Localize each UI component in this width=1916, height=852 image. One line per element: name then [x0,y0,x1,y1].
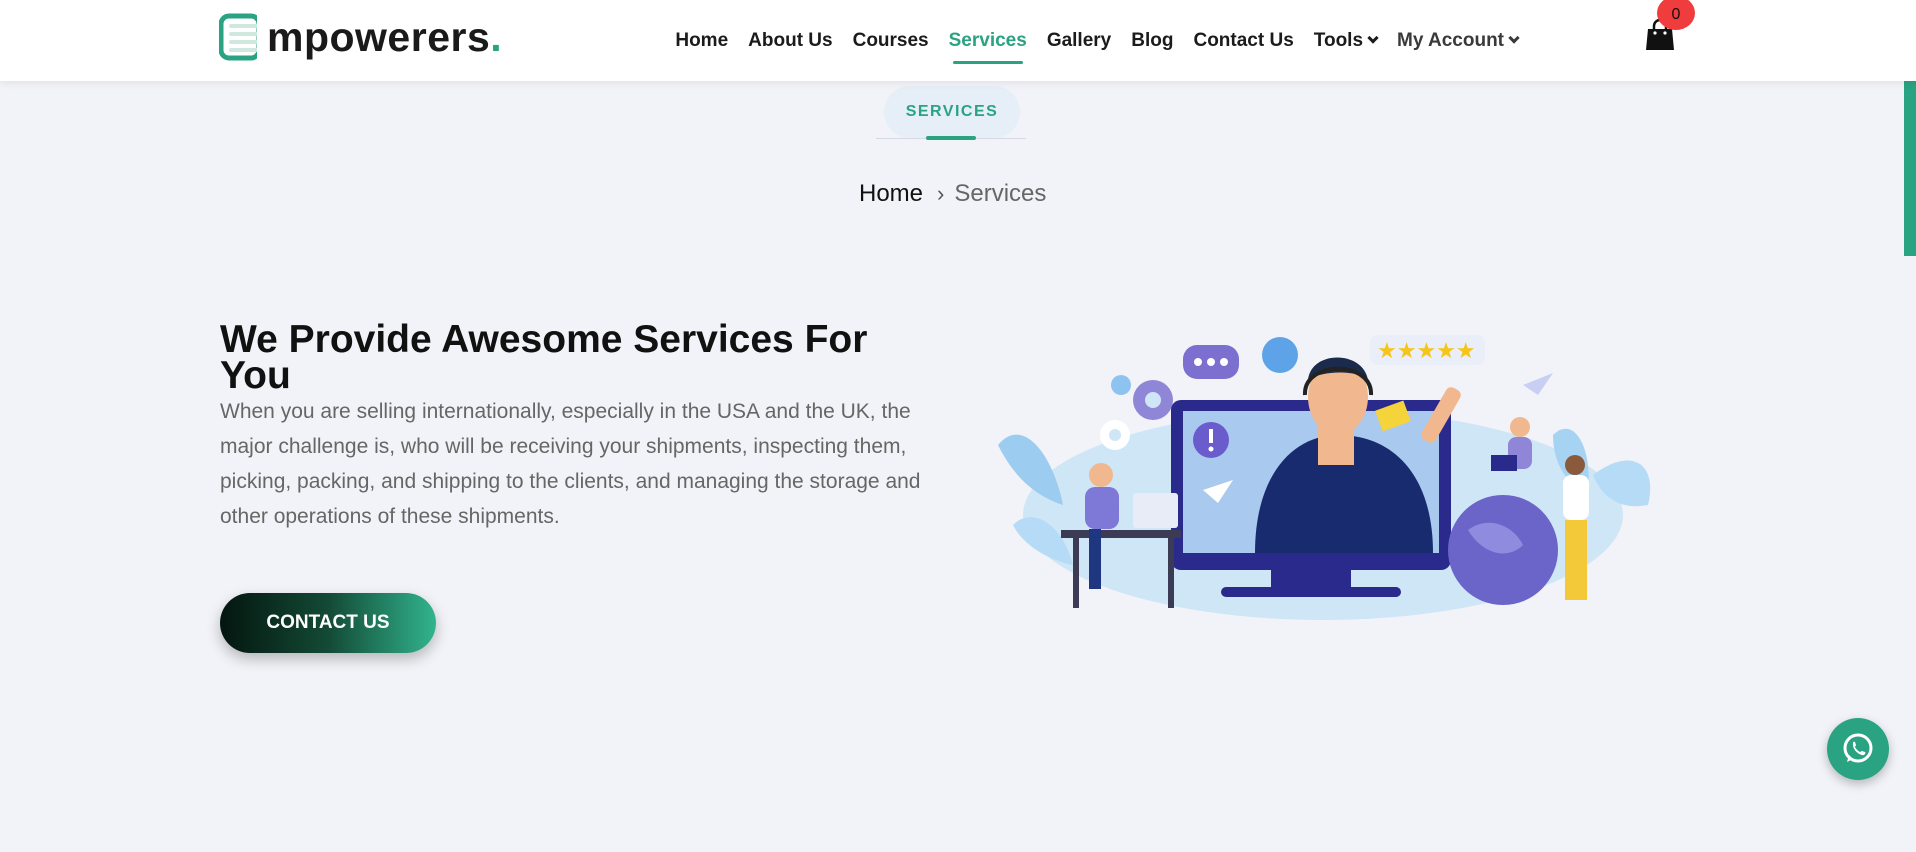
contact-us-button[interactable]: CONTACT US [220,593,436,653]
breadcrumb-current: Services [954,180,1047,207]
nav-my-account[interactable]: My Account [1397,0,1520,81]
logo-text: mpowerers. [267,13,503,60]
logo[interactable]: mpowerers. [219,12,502,62]
hero-title: We Provide Awesome Services For You [220,318,868,397]
nav-courses[interactable]: Courses [853,0,929,81]
cart-count-badge: 0 [1657,0,1695,30]
site-header: mpowerers. Home About Us Courses Service… [0,0,1916,81]
nav-tools[interactable]: Tools [1314,0,1379,81]
chevron-right-icon: › [937,181,945,206]
nav-blog[interactable]: Blog [1131,0,1173,81]
chevron-down-icon [1367,32,1379,44]
nav-contact-us[interactable]: Contact Us [1193,0,1293,81]
chevron-down-icon [1508,32,1520,44]
breadcrumb: Home › Services [859,180,1046,208]
whatsapp-icon [1843,733,1873,763]
main-nav: Home About Us Courses Services Gallery B… [655,0,1520,81]
pill-underline [926,136,976,140]
nav-gallery[interactable]: Gallery [1047,0,1111,81]
svg-text:★★★★★: ★★★★★ [1377,339,1476,364]
breadcrumb-home[interactable]: Home [859,180,923,208]
nav-home[interactable]: Home [675,0,728,81]
services-illustration: ★★★★★ [998,335,1651,620]
nav-about-us[interactable]: About Us [748,0,832,81]
hero-description: When you are selling internationally, es… [220,400,921,528]
page-section-pill: SERVICES [884,86,1020,138]
logo-icon [219,13,263,61]
whatsapp-button[interactable] [1827,718,1889,780]
nav-services[interactable]: Services [949,0,1027,81]
